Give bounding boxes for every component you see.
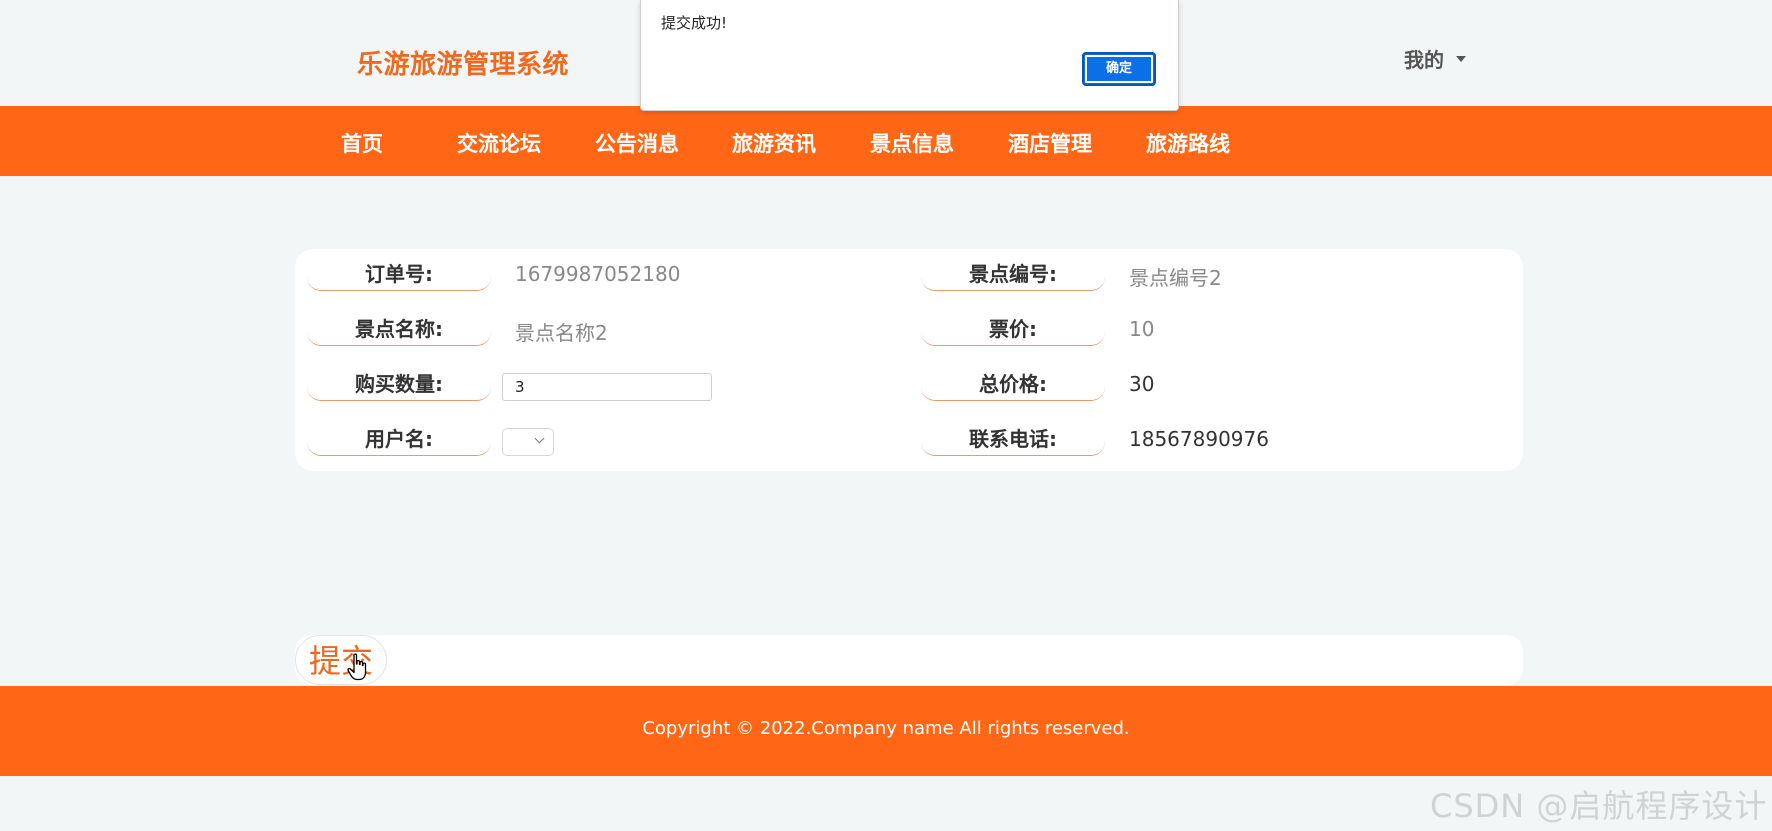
ticket-price-label: 票价: [921, 316, 1105, 346]
footer: Copyright © 2022.Company name All rights… [0, 686, 1772, 776]
nav-item-forum[interactable]: 交流论坛 [457, 128, 541, 158]
phone-label: 联系电话: [921, 426, 1105, 456]
caret-down-icon [1456, 55, 1466, 62]
nav-item-announcements[interactable]: 公告消息 [595, 128, 679, 158]
user-menu-label: 我的 [1404, 48, 1444, 72]
alert-message: 提交成功! [661, 14, 728, 32]
hand-cursor-icon [347, 653, 367, 681]
username-select[interactable] [502, 428, 554, 456]
spot-name-value: 景点名称2 [515, 321, 608, 345]
quantity-input[interactable] [502, 373, 712, 401]
user-menu[interactable]: 我的 [1404, 44, 1466, 73]
total-price-value: 30 [1129, 372, 1155, 396]
chevron-down-icon [534, 433, 545, 444]
nav-item-hotels[interactable]: 酒店管理 [1008, 128, 1092, 158]
order-no-label: 订单号: [307, 261, 491, 291]
quantity-label: 购买数量: [307, 371, 491, 401]
brand-title: 乐游旅游管理系统 [357, 50, 570, 80]
copyright-text: Copyright © 2022.Company name All rights… [642, 718, 1130, 739]
order-no-value: 1679987052180 [515, 262, 681, 286]
submit-button[interactable]: 提交 [295, 635, 387, 685]
total-price-label: 总价格: [921, 371, 1105, 401]
nav-item-travel-news[interactable]: 旅游资讯 [732, 128, 816, 158]
alert-ok-button[interactable]: 确定 [1082, 52, 1156, 86]
username-label: 用户名: [307, 426, 491, 456]
phone-value: 18567890976 [1129, 427, 1269, 451]
main-nav: 首页 交流论坛 公告消息 旅游资讯 景点信息 酒店管理 旅游路线 [0, 106, 1772, 176]
order-form: 订单号: 1679987052180 景点编号: 景点编号2 景点名称: 景点名… [295, 249, 1523, 471]
spot-no-label: 景点编号: [921, 261, 1105, 291]
nav-item-routes[interactable]: 旅游路线 [1146, 128, 1230, 158]
spot-name-label: 景点名称: [307, 316, 491, 346]
spot-no-value: 景点编号2 [1129, 266, 1222, 290]
watermark: CSDN @启航程序设计 [1430, 787, 1768, 825]
alert-dialog: 提交成功! 确定 [640, 0, 1179, 111]
ticket-price-value: 10 [1129, 317, 1155, 341]
nav-item-scenic-spots[interactable]: 景点信息 [870, 128, 954, 158]
nav-item-home[interactable]: 首页 [341, 128, 383, 158]
submit-bar: 提交 [295, 635, 1523, 685]
